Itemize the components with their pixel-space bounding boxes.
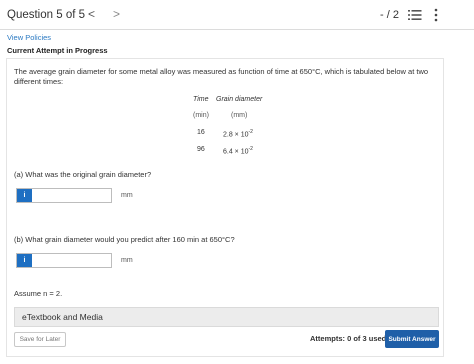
table-header-grain-diameter: Grain diameter — [216, 96, 263, 103]
score-display: - / 2 — [380, 9, 399, 21]
etextbook-media-bar[interactable]: eTextbook and Media — [14, 307, 439, 327]
table-unit-time: (min) — [193, 112, 209, 119]
problem-statement: The average grain diameter for some meta… — [14, 67, 429, 86]
part-b-input[interactable] — [32, 254, 111, 267]
part-b-prompt: (b) What grain diameter would you predic… — [14, 235, 235, 244]
table-cell-diameter: 6.4 × 10-2 — [223, 146, 253, 156]
part-b-answer-field: i — [16, 253, 112, 268]
part-b-unit: mm — [121, 257, 133, 264]
table-cell-time: 96 — [197, 146, 205, 153]
table-unit-diameter: (mm) — [231, 112, 248, 119]
attempts-counter: Attempts: 0 of 3 used — [310, 334, 387, 343]
part-a-input[interactable] — [32, 189, 111, 202]
info-icon[interactable]: i — [17, 254, 32, 267]
table-cell-time: 16 — [197, 129, 205, 136]
previous-question-button[interactable]: < — [88, 7, 95, 21]
save-for-later-button[interactable]: Save for Later — [14, 332, 66, 347]
more-vertical-icon[interactable] — [433, 8, 439, 22]
question-label: Question 5 of 5 — [7, 9, 85, 21]
table-header-time: Time — [193, 96, 209, 103]
part-a-unit: mm — [121, 192, 133, 199]
assumption-text: Assume n = 2. — [14, 289, 63, 298]
attempt-status: Current Attempt in Progress — [7, 46, 108, 55]
table-cell-diameter: 2.8 × 10-2 — [223, 129, 253, 139]
submit-answer-button[interactable]: Submit Answer — [385, 330, 439, 348]
list-icon[interactable] — [408, 8, 422, 22]
part-a-answer-field: i — [16, 188, 112, 203]
next-question-button[interactable]: > — [113, 7, 120, 21]
question-header: Question 5 of 5 < > - / 2 — [0, 0, 474, 30]
view-policies-link[interactable]: View Policies — [7, 33, 51, 42]
info-icon[interactable]: i — [17, 189, 32, 202]
part-a-prompt: (a) What was the original grain diameter… — [14, 170, 152, 179]
